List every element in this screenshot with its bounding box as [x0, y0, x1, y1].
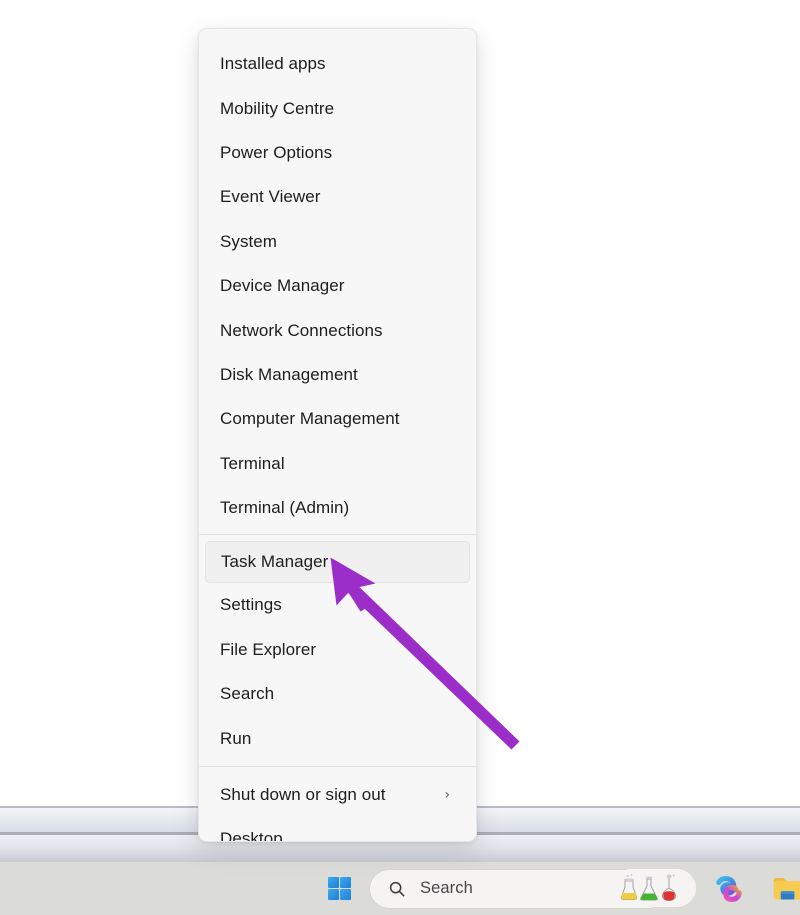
folder-icon [773, 878, 800, 900]
menu-item-shut-down-or-sign-out[interactable]: Shut down or sign out › [199, 773, 476, 817]
lab-flasks-icon [620, 874, 676, 901]
search-icon [389, 881, 405, 896]
taskbar-center-cluster: Search [316, 862, 800, 915]
menu-item-settings[interactable]: Settings [199, 583, 476, 627]
taskbar: Search [0, 862, 800, 915]
menu-separator [199, 765, 476, 767]
menu-item-label: Search [220, 684, 275, 704]
file-explorer-button[interactable] [764, 866, 800, 912]
menu-item-label: Installed apps [220, 54, 326, 74]
menu-group-top: Installed apps Mobility Centre Power Opt… [199, 29, 476, 530]
menu-item-search[interactable]: Search [199, 672, 476, 716]
menu-group-middle: Task Manager Settings File Explorer Sear… [199, 541, 476, 761]
menu-item-label: Settings [220, 595, 282, 615]
copilot-button[interactable] [706, 866, 752, 912]
menu-item-label: Network Connections [220, 320, 383, 340]
menu-item-computer-management[interactable]: Computer Management [199, 397, 476, 441]
menu-item-label: Device Manager [220, 276, 345, 296]
menu-item-label: File Explorer [220, 639, 317, 659]
menu-group-bottom: Shut down or sign out › Desktop [199, 773, 476, 842]
search-placeholder-text: Search [420, 879, 473, 897]
copilot-labs-button[interactable] [612, 869, 696, 907]
menu-item-event-viewer[interactable]: Event Viewer [199, 175, 476, 219]
chevron-right-icon: › [444, 787, 450, 804]
menu-item-terminal-admin[interactable]: Terminal (Admin) [199, 486, 476, 530]
power-user-menu: Installed apps Mobility Centre Power Opt… [198, 28, 477, 842]
windows-logo-icon [327, 877, 351, 900]
menu-item-desktop[interactable]: Desktop [199, 817, 476, 842]
copilot-icon [716, 875, 742, 902]
menu-item-label: Disk Management [220, 364, 358, 384]
menu-item-label: Desktop [220, 829, 283, 842]
menu-item-mobility-centre[interactable]: Mobility Centre [199, 86, 476, 130]
menu-item-system[interactable]: System [199, 220, 476, 264]
menu-item-run[interactable]: Run [199, 716, 476, 760]
menu-item-label: Task Manager [221, 552, 329, 572]
menu-item-label: Computer Management [220, 409, 400, 429]
menu-item-file-explorer[interactable]: File Explorer [199, 628, 476, 672]
desktop-background: Search Installed apps Mobility Centre Po… [0, 0, 800, 915]
menu-item-label: Run [220, 728, 252, 748]
menu-item-label: Terminal (Admin) [220, 498, 350, 518]
menu-item-installed-apps[interactable]: Installed apps [199, 42, 476, 86]
menu-item-label: Terminal [220, 453, 285, 473]
menu-item-task-manager[interactable]: Task Manager [205, 541, 470, 584]
menu-item-network-connections[interactable]: Network Connections [199, 308, 476, 352]
menu-item-label: Event Viewer [220, 187, 321, 207]
menu-item-label: Shut down or sign out [220, 785, 386, 805]
menu-item-terminal[interactable]: Terminal [199, 442, 476, 486]
menu-item-label: Mobility Centre [220, 98, 335, 118]
menu-item-label: System [220, 231, 277, 251]
menu-item-disk-management[interactable]: Disk Management [199, 353, 476, 397]
menu-separator [199, 534, 476, 536]
menu-item-power-options[interactable]: Power Options [199, 131, 476, 175]
menu-item-device-manager[interactable]: Device Manager [199, 264, 476, 308]
menu-item-label: Power Options [220, 142, 333, 162]
start-button[interactable] [316, 866, 362, 912]
